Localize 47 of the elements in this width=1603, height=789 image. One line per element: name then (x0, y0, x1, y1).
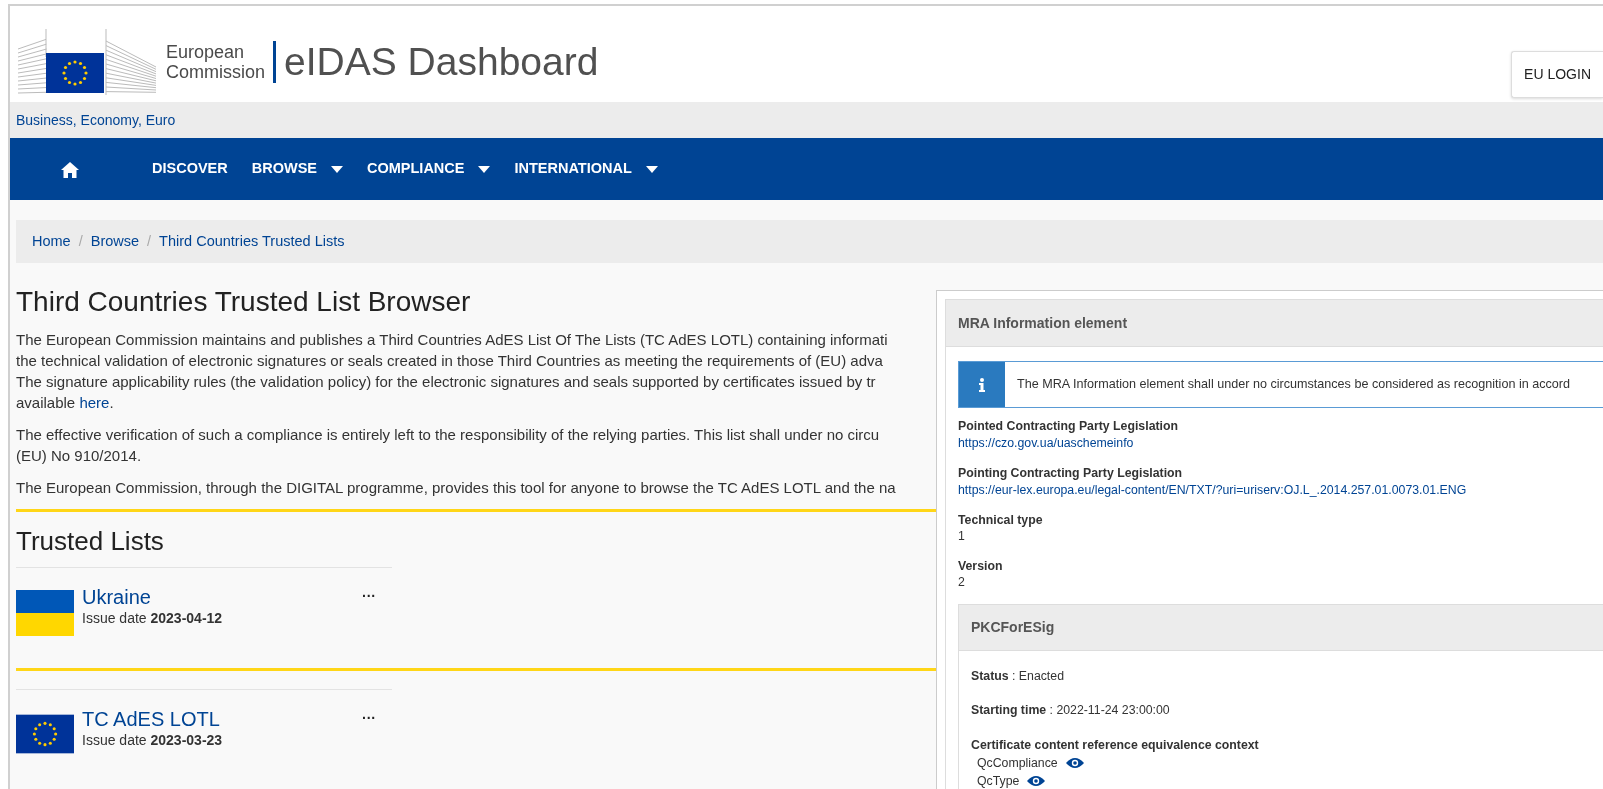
site-title: eIDAS Dashboard (284, 38, 599, 85)
here-link[interactable]: here (79, 393, 110, 411)
more-menu[interactable]: ··· (362, 707, 376, 729)
nav-link[interactable]: BROWSE (251, 158, 343, 180)
eye-icon[interactable] (1065, 757, 1084, 770)
flag-icon (16, 589, 74, 636)
login-button[interactable]: EU LOGIN (1511, 50, 1603, 98)
field-label: Technical type (958, 512, 1044, 528)
field-label: Version (958, 558, 1004, 574)
breadcrumb-link[interactable]: Home (32, 230, 71, 253)
nav-link[interactable]: COMPLIANCE (367, 158, 491, 180)
home-icon[interactable] (60, 160, 80, 179)
field-link[interactable]: https://czo.gov.ua/uaschemeinfo (958, 435, 1134, 451)
nav-link[interactable]: DISCOVER (152, 158, 228, 180)
detail-row-text: Starting time : 2022-11-24 23:00:00 (971, 702, 1171, 720)
breadcrumb-separator: / (147, 231, 152, 251)
intro-paragraph: The effective verification of such a compliance is entirely left to the responsibility of the relying parties. This list shall under no circu (EU) No 910/2014. (16, 424, 880, 466)
detail-row-text: Status : Enacted (971, 668, 1065, 685)
organisation-name: European Commission (166, 42, 266, 82)
issue-date: Issue date 2023-04-12 (82, 608, 223, 628)
context-item: QcType (977, 773, 1020, 789)
section-title: Trusted Lists (16, 525, 164, 557)
eye-icon[interactable] (1027, 775, 1046, 788)
context-item: QcCompliance (977, 755, 1058, 773)
page-title: Third Countries Trusted List Browser (16, 285, 472, 319)
context-heading: Certificate content reference equivalence context (971, 736, 1260, 754)
notice-text: The MRA Information element shall under no circumstances be considered as recognition in accord (1016, 376, 1570, 394)
logo-icon (18, 27, 158, 97)
issue-date: Issue date 2023-03-23 (82, 730, 223, 750)
intro-paragraph: The European Commission maintains and publishes a Third Countries AdES List Of The Lists (TC AdES LOTL) containing informati the technical validation of electronic signatures or seals created in those Third Countries as meeting the requirements of (EU) adva The signature applicability rules (the validation policy) for the electronic signatures and seals supported by certificates issued by tr available here. (16, 329, 888, 413)
field-label: Pointing Contracting Party Legislation (958, 465, 1184, 481)
list-name-link[interactable]: TC AdES LOTL (82, 707, 223, 730)
breadcrumb-link[interactable]: Third Countries Trusted Lists (159, 230, 345, 253)
list-name-link[interactable]: Ukraine (82, 585, 223, 608)
breadcrumb-separator: / (78, 231, 83, 251)
topic-link[interactable]: Business, Economy, Euro (16, 109, 176, 131)
intro-paragraph: The European Commission, through the DIGITAL programme, provides this tool for anyone to browse the TC AdES LOTL and the na (16, 477, 896, 498)
more-menu[interactable]: ··· (362, 585, 376, 607)
info-icon (979, 377, 985, 392)
field-link[interactable]: https://eur-lex.europa.eu/legal-content/EN/TXT/?uri=uriserv:OJ.L_.2014.257.01.0073.01.ENG (958, 482, 1467, 498)
field-value: 1 (958, 528, 966, 544)
field-label: Pointed Contracting Party Legislation (958, 418, 1179, 434)
nav-link[interactable]: INTERNATIONAL (514, 158, 658, 180)
card-header-title: PKCForESig (959, 605, 1603, 651)
field-value: 2 (958, 574, 966, 590)
card-header-title: MRA Information element (946, 300, 1603, 347)
breadcrumb-link[interactable]: Browse (90, 230, 140, 253)
